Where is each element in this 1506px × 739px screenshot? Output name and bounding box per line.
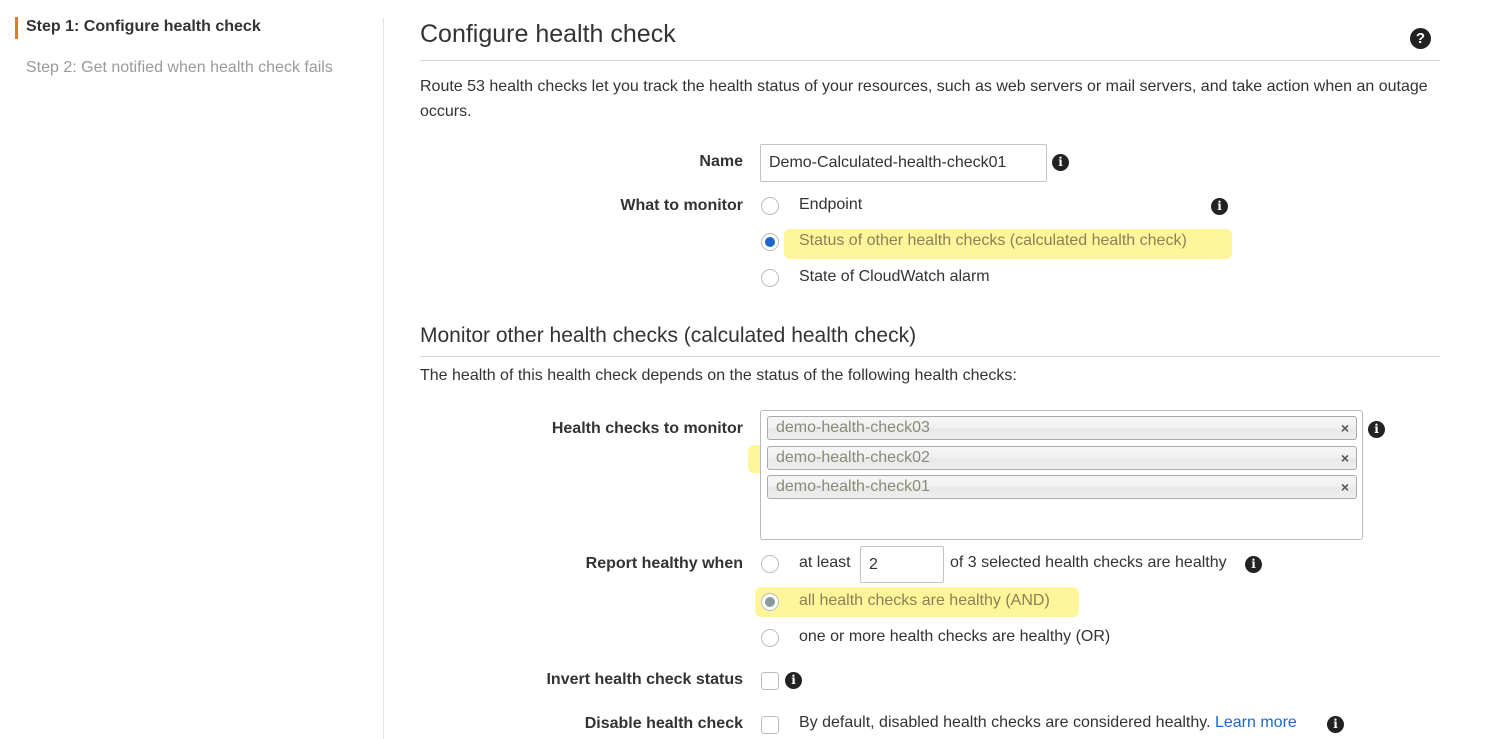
report-label: Report healthy when (585, 555, 743, 572)
invert-info-icon[interactable]: i (785, 672, 802, 689)
at-least-info-icon[interactable]: i (1245, 556, 1262, 573)
selected-check-token: demo-health-check02 × (767, 446, 1357, 470)
monitor-calculated-label: Status of other health checks (calculate… (799, 232, 1187, 249)
invert-checkbox[interactable] (761, 672, 779, 690)
disable-checkbox[interactable] (761, 716, 779, 734)
remove-icon[interactable]: × (1341, 451, 1349, 465)
checks-label: Health checks to monitor (551, 420, 743, 437)
section-title: Monitor other health checks (calculated … (420, 324, 917, 347)
report-or-radio[interactable] (761, 629, 779, 647)
invert-label: Invert health check status (546, 671, 743, 688)
selected-check-token: demo-health-check01 × (767, 475, 1357, 499)
name-input[interactable] (760, 144, 1047, 182)
active-step-indicator (15, 17, 18, 39)
nav-divider (383, 18, 384, 739)
disable-label: Disable health check (584, 715, 743, 732)
at-least-suffix: of 3 selected health checks are healthy (950, 554, 1227, 571)
monitor-cloudwatch-label: State of CloudWatch alarm (799, 268, 990, 285)
page-intro: Route 53 health checks let you track the… (420, 78, 1428, 120)
health-checks-multiselect[interactable]: demo-health-check03 × demo-health-check0… (760, 410, 1363, 540)
checks-info-icon[interactable]: i (1368, 421, 1385, 438)
report-and-radio[interactable] (761, 593, 779, 611)
name-label: Name (699, 153, 743, 170)
token-label: demo-health-check02 (776, 449, 930, 466)
help-icon[interactable]: ? (1410, 28, 1431, 49)
disable-info-icon[interactable]: i (1327, 716, 1344, 733)
remove-icon[interactable]: × (1341, 480, 1349, 494)
report-at-least-radio[interactable] (761, 555, 779, 573)
learn-more-link[interactable]: Learn more (1215, 714, 1297, 731)
disable-note: By default, disabled health checks are c… (799, 714, 1297, 732)
token-label: demo-health-check03 (776, 419, 930, 436)
monitor-endpoint-label: Endpoint (799, 196, 863, 213)
monitor-endpoint-radio[interactable] (761, 197, 779, 215)
monitor-calculated-radio[interactable] (761, 233, 779, 251)
disable-note-text: By default, disabled health checks are c… (799, 714, 1211, 731)
report-and-label: all health checks are healthy (AND) (799, 592, 1050, 609)
name-info-icon[interactable]: i (1052, 154, 1069, 171)
remove-icon[interactable]: × (1341, 421, 1349, 435)
wizard-step-1[interactable]: Step 1: Configure health check (26, 18, 261, 36)
at-least-prefix: at least (799, 554, 851, 571)
page-title: Configure health check (420, 20, 676, 48)
token-label: demo-health-check01 (776, 478, 930, 495)
report-or-label: one or more health checks are healthy (O… (799, 628, 1111, 645)
title-divider (420, 60, 1440, 61)
monitor-label: What to monitor (620, 197, 743, 214)
selected-check-token: demo-health-check03 × (767, 416, 1357, 440)
monitor-cloudwatch-radio[interactable] (761, 269, 779, 287)
wizard-step-2[interactable]: Step 2: Get notified when health check f… (26, 59, 333, 77)
at-least-count-input[interactable] (860, 546, 944, 583)
section-divider (420, 356, 1440, 357)
section-intro: The health of this health check depends … (420, 367, 1017, 384)
monitor-info-icon[interactable]: i (1211, 198, 1228, 215)
